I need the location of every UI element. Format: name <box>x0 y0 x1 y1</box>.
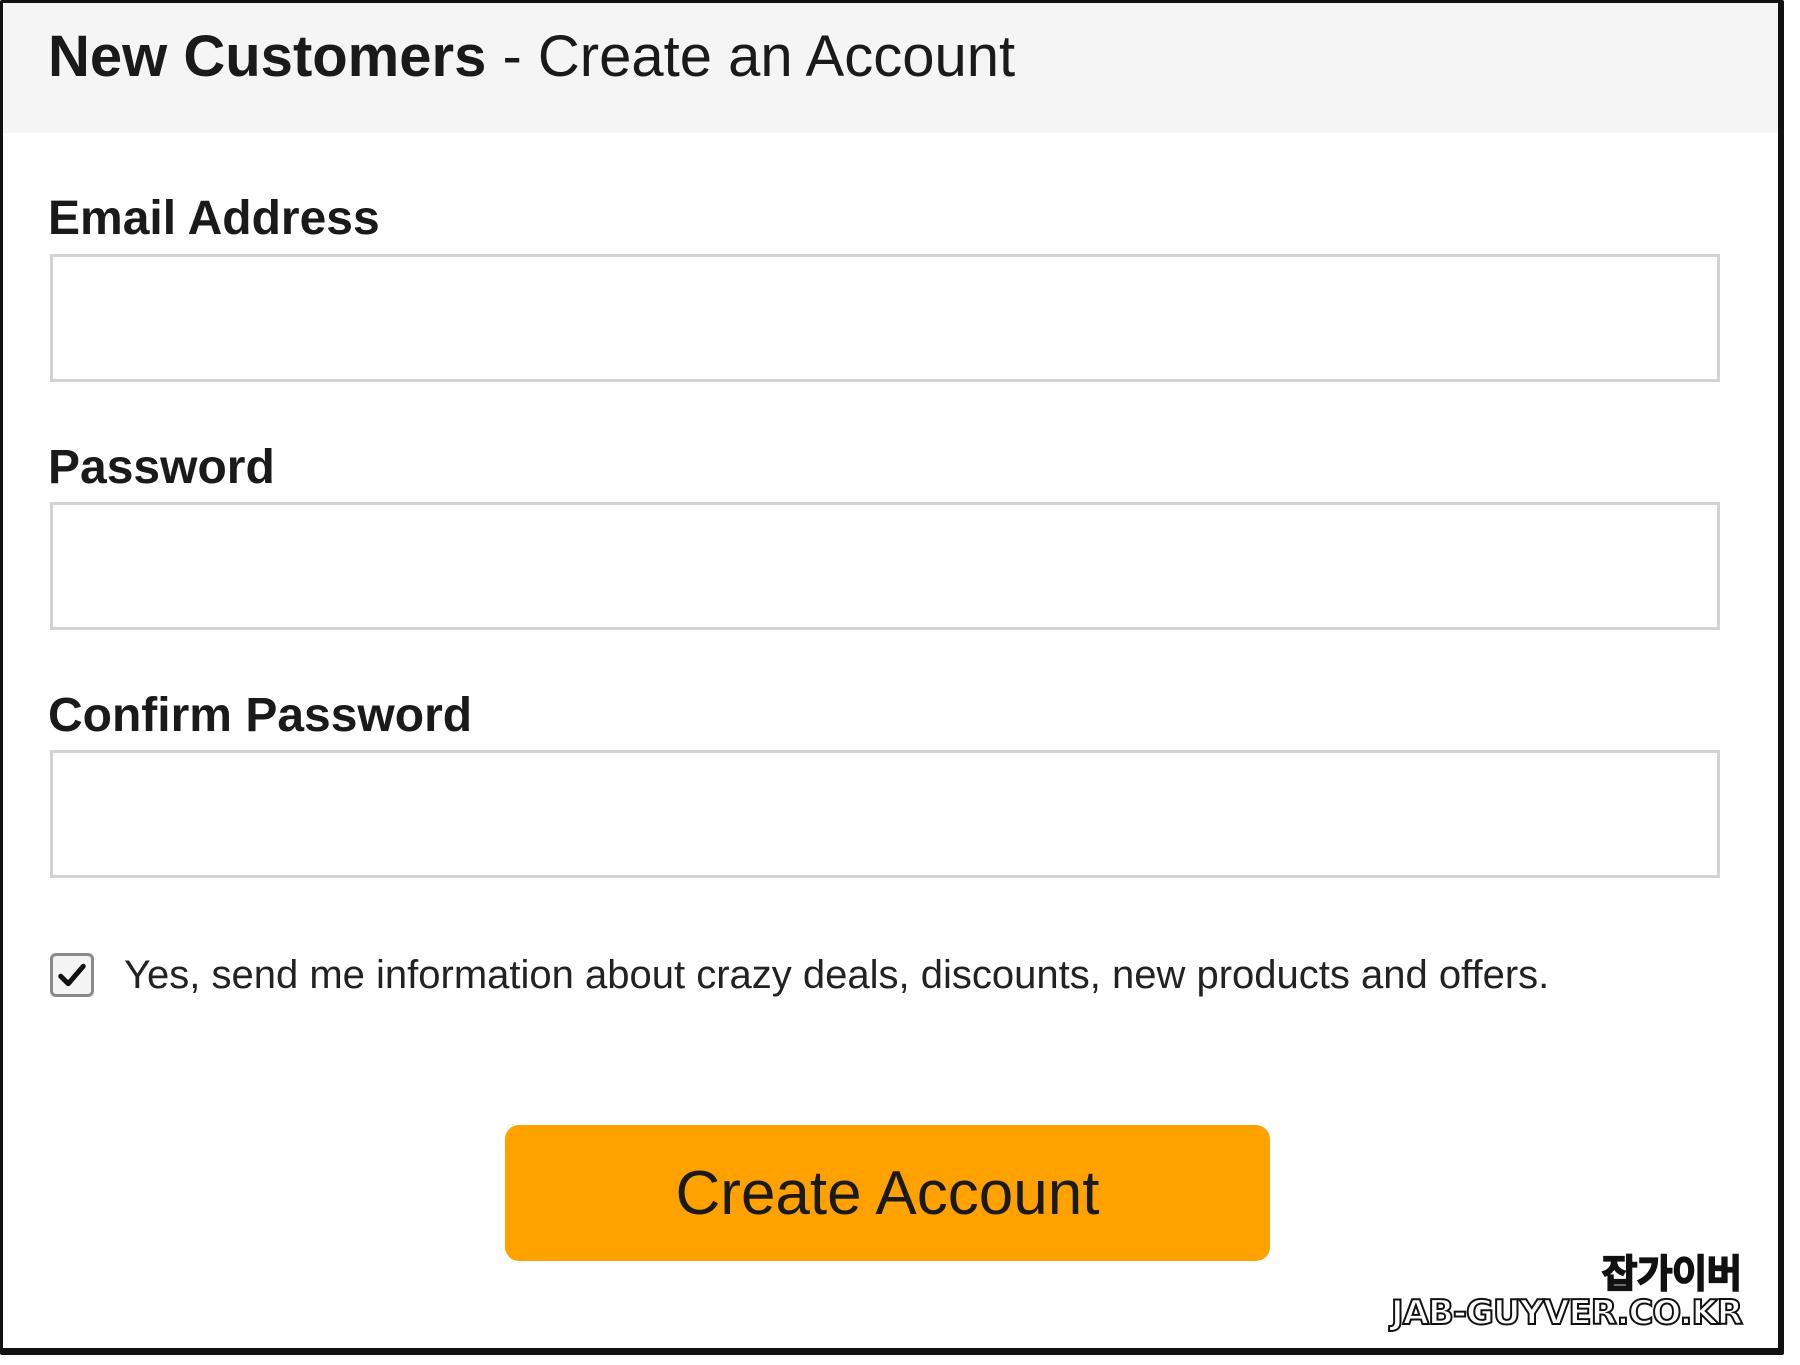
confirm-password-label: Confirm Password <box>48 689 473 742</box>
page-title-rest: - Create an Account <box>486 24 1016 89</box>
panel-header: New Customers - Create an Account <box>3 3 1778 133</box>
watermark-domain: JAB-GUYVER.CO.KR <box>1390 1292 1744 1334</box>
create-account-button[interactable]: Create Account <box>505 1125 1270 1261</box>
page-title: New Customers - Create an Account <box>48 21 1015 93</box>
checkmark-icon <box>58 963 86 987</box>
email-field[interactable] <box>50 254 1720 382</box>
create-account-panel: New Customers - Create an Account Email … <box>0 0 1784 1355</box>
newsletter-checkbox[interactable] <box>50 953 94 997</box>
password-field[interactable] <box>50 502 1720 630</box>
newsletter-label: Yes, send me information about crazy dea… <box>124 953 1550 997</box>
newsletter-option: Yes, send me information about crazy dea… <box>50 951 1549 999</box>
page-title-strong: New Customers <box>48 24 487 89</box>
password-label: Password <box>48 441 275 494</box>
email-label: Email Address <box>48 192 380 245</box>
watermark-korean: 잡가이버 <box>1601 1251 1743 1297</box>
confirm-password-field[interactable] <box>50 750 1720 878</box>
